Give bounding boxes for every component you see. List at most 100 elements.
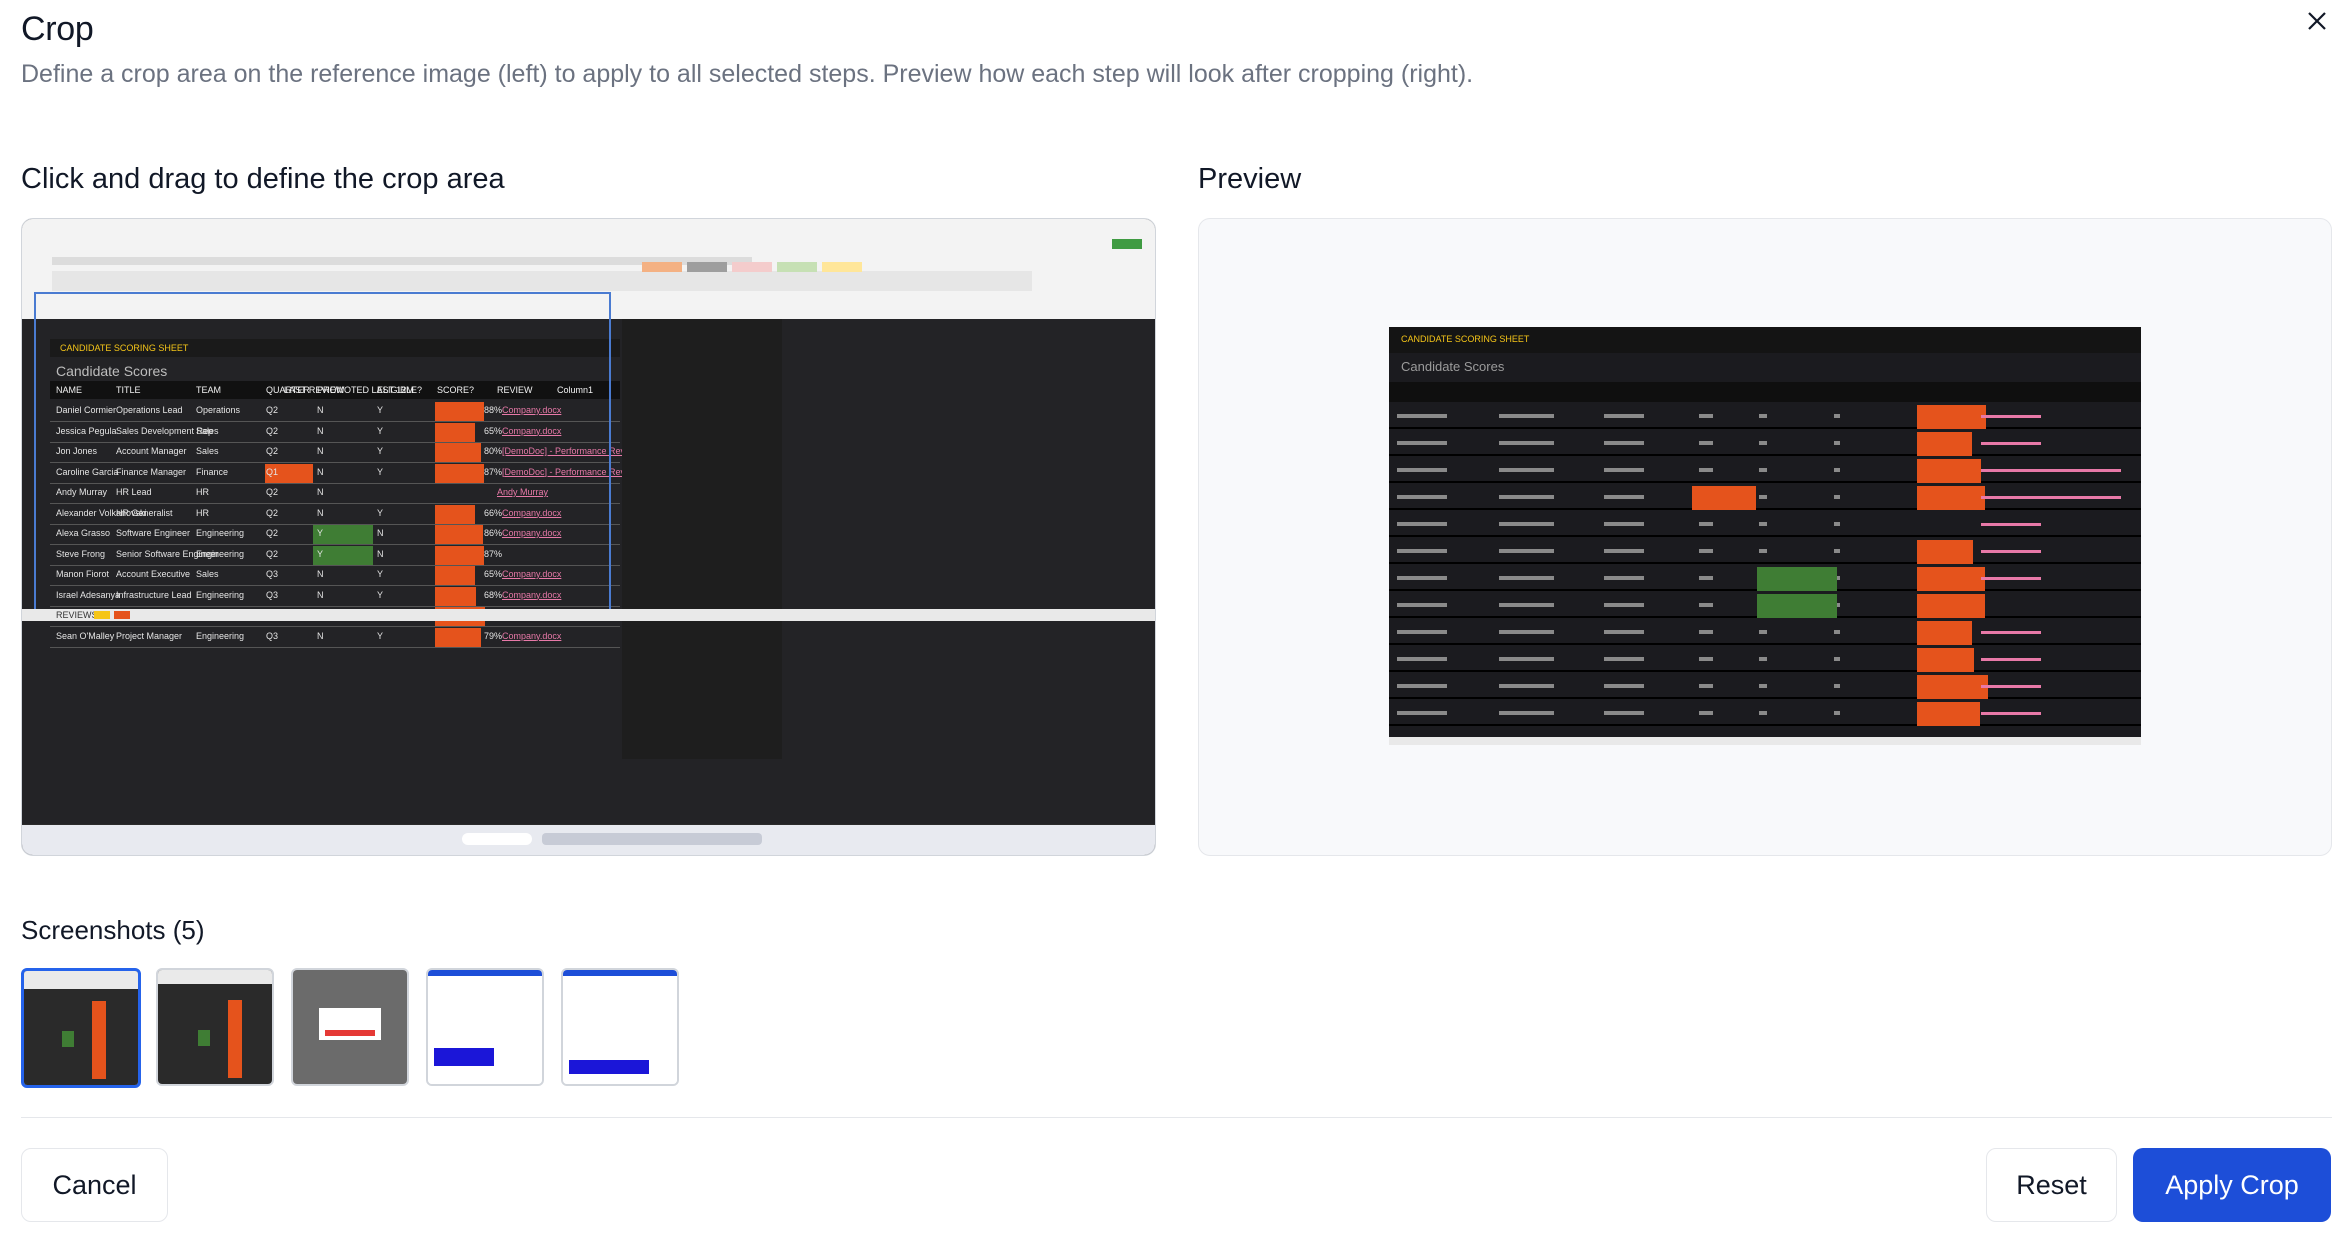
preview-cell	[1604, 549, 1644, 553]
sheet-cell: N	[317, 630, 324, 641]
screenshot-thumb-5[interactable]	[561, 968, 679, 1086]
preview-cell	[1834, 630, 1840, 634]
preview-cell	[1834, 495, 1840, 499]
preview-cell	[1397, 630, 1447, 634]
sheet-cell: 79%	[484, 630, 503, 641]
reference-image-canvas[interactable]: CANDIDATE SCORING SHEET Candidate Scores…	[21, 218, 1156, 856]
preview-cell	[1604, 576, 1644, 580]
preview-cell	[1759, 468, 1767, 472]
preview-row-divider	[1389, 481, 2141, 483]
sheet-tab-label: REVIEWS	[56, 610, 98, 620]
preview-link	[1981, 496, 2121, 499]
preview-cell	[1397, 684, 1447, 688]
preview-link	[1981, 631, 2041, 634]
preview-cell	[1699, 630, 1713, 634]
screenshot-thumb-4[interactable]	[426, 968, 544, 1086]
preview-score-bar	[1917, 648, 1974, 672]
footer-divider	[21, 1117, 2332, 1118]
preview-cell	[1759, 630, 1767, 634]
preview-sheet-title: Candidate Scores	[1401, 359, 1505, 374]
preview-cell	[1699, 468, 1713, 472]
preview-score-bar	[1917, 405, 1986, 429]
preview-highlight	[1692, 486, 1756, 510]
sheet-row-divider	[50, 626, 620, 627]
screenshot-thumb-3[interactable]	[291, 968, 409, 1086]
preview-cell	[1834, 657, 1840, 661]
preview-cell	[1834, 468, 1840, 472]
preview-cell	[1699, 711, 1713, 715]
preview-row-divider	[1389, 454, 2141, 456]
preview-cell	[1759, 711, 1767, 715]
close-button[interactable]	[2302, 6, 2332, 36]
preview-cell	[1397, 468, 1447, 472]
preview-cell	[1499, 630, 1554, 634]
preview-cell	[1604, 684, 1644, 688]
preview-score-bar	[1917, 540, 1973, 564]
preview-cell	[1499, 603, 1554, 607]
screenshot-thumb-1[interactable]	[21, 968, 141, 1088]
preview-cell	[1759, 522, 1767, 526]
preview-cell	[1499, 495, 1554, 499]
preview-link	[1981, 712, 2041, 715]
preview-link	[1981, 415, 2041, 418]
preview-highlight	[1757, 567, 1837, 591]
sheet-cell: Project Manager	[116, 630, 183, 641]
screenshots-label: Screenshots (5)	[21, 915, 205, 945]
preview-cell	[1604, 495, 1644, 499]
preview-cell	[1499, 576, 1554, 580]
preview-image: CANDIDATE SCORING SHEET Candidate Scores	[1389, 327, 2141, 745]
preview-score-bar	[1917, 486, 1986, 510]
preview-cell	[1604, 657, 1644, 661]
preview-cell	[1834, 711, 1840, 715]
preview-cell	[1699, 657, 1713, 661]
preview-cell	[1397, 441, 1447, 445]
preview-cell	[1834, 414, 1840, 418]
preview-cell	[1834, 549, 1840, 553]
preview-heading: Preview	[1198, 163, 1302, 195]
preview-row-divider	[1389, 643, 2141, 645]
sheet-cell: Q3	[266, 630, 279, 641]
preview-link	[1981, 550, 2041, 553]
reset-button[interactable]: Reset	[1986, 1148, 2117, 1222]
preview-cell	[1604, 414, 1644, 418]
preview-link	[1981, 685, 2041, 688]
preview-cell	[1604, 630, 1644, 634]
preview-cell	[1397, 414, 1447, 418]
preview-row-divider	[1389, 724, 2141, 726]
review-link[interactable]: Company.docx	[502, 631, 561, 641]
preview-cell	[1604, 603, 1644, 607]
crop-selection-rect[interactable]	[34, 292, 611, 618]
preview-cell	[1499, 684, 1554, 688]
cancel-button[interactable]: Cancel	[21, 1148, 168, 1222]
preview-score-bar	[1917, 702, 1981, 726]
score-bar	[435, 627, 481, 647]
preview-link	[1981, 442, 2041, 445]
preview-row-divider	[1389, 562, 2141, 564]
preview-link	[1981, 577, 2041, 580]
preview-cell	[1699, 549, 1713, 553]
preview-link	[1981, 658, 2041, 661]
preview-cell	[1499, 657, 1554, 661]
preview-cell	[1759, 441, 1767, 445]
preview-row-divider	[1389, 508, 2141, 510]
preview-cell	[1397, 711, 1447, 715]
preview-cell	[1499, 549, 1554, 553]
preview-cell	[1397, 549, 1447, 553]
preview-cell	[1499, 441, 1554, 445]
preview-cell	[1759, 549, 1767, 553]
preview-cell	[1604, 468, 1644, 472]
preview-cell	[1604, 711, 1644, 715]
preview-cell	[1834, 684, 1840, 688]
preview-cell	[1604, 441, 1644, 445]
sheet-row-divider	[50, 646, 620, 648]
preview-score-bar	[1917, 567, 1985, 591]
preview-cell	[1397, 522, 1447, 526]
preview-row-divider	[1389, 697, 2141, 699]
preview-cell	[1699, 441, 1713, 445]
screenshot-thumb-2[interactable]	[156, 968, 274, 1086]
preview-cell	[1604, 522, 1644, 526]
preview-row-divider	[1389, 670, 2141, 672]
sheet-cell: Y	[377, 630, 384, 641]
apply-crop-button[interactable]: Apply Crop	[2133, 1148, 2331, 1222]
preview-cell	[1499, 711, 1554, 715]
